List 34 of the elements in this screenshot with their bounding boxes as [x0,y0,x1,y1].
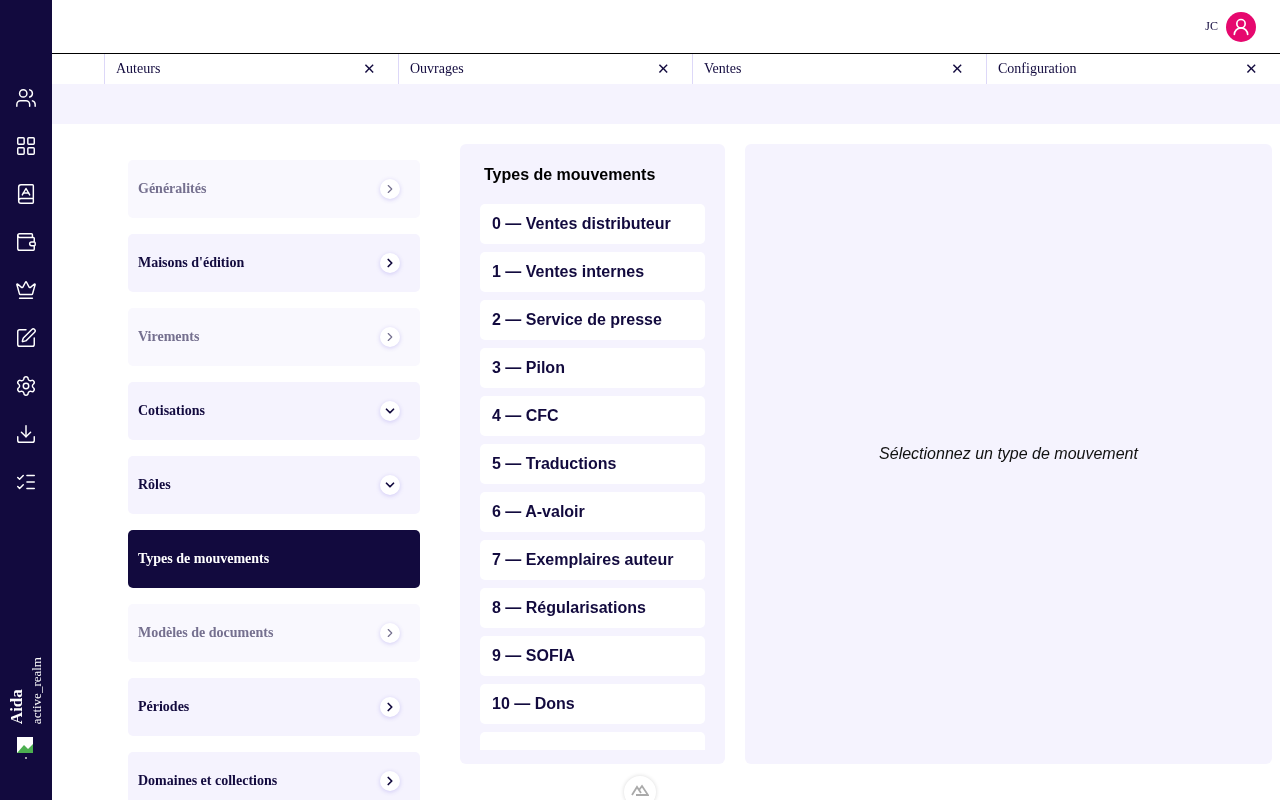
movement-type-item[interactable]: 10 — Dons [480,684,705,724]
chevron-right-icon[interactable] [380,771,400,791]
panel-title: Types de mouvements [483,165,657,185]
chevron-right-icon[interactable] [380,253,400,273]
user-initials: JC [1205,19,1218,34]
movement-type-item[interactable]: 5 — Traductions [480,444,705,484]
empty-message: Sélectionnez un type de mouvement [879,445,1138,463]
avatar-icon[interactable] [1226,11,1256,42]
chevron-down-icon[interactable] [380,475,400,495]
chevron-down-icon[interactable] [380,401,400,421]
menu-item[interactable]: Maisons d'édition [128,234,420,292]
movement-type-item[interactable]: 2 — Service de presse [480,300,705,340]
close-icon[interactable]: ✕ [363,60,376,78]
close-icon[interactable]: ✕ [1245,60,1258,78]
menu-item[interactable]: Périodes [128,678,420,736]
movement-type-item[interactable]: 8 — Régularisations [480,588,705,628]
app-name: Aida [7,688,27,724]
movement-type-item[interactable]: 3 — Pilon [480,348,705,388]
movement-type-item[interactable]: 1 — Ventes internes [480,252,705,292]
menu-item[interactable]: Domaines et collections [128,752,420,800]
menu-item[interactable]: Cotisations [128,382,420,440]
movement-type-item[interactable]: 0 — Ventes distributeur [480,204,705,244]
menu-item[interactable]: Rôles [128,456,420,514]
close-icon[interactable]: ✕ [657,60,670,78]
mountain-icon [631,784,649,796]
realm-name: active_realm [29,656,45,724]
close-icon[interactable]: ✕ [951,60,964,78]
chevron-right-icon[interactable] [380,697,400,717]
movement-type-item[interactable]: 6 — A-valoir [480,492,705,532]
movement-type-item[interactable]: 4 — CFC [480,396,705,436]
broken-image-icon [16,734,36,760]
menu-item[interactable]: Types de mouvements [128,530,420,588]
movement-type-item[interactable]: 7 — Exemplaires auteur [480,540,705,580]
movement-type-item[interactable]: 9 — SOFIA [480,636,705,676]
